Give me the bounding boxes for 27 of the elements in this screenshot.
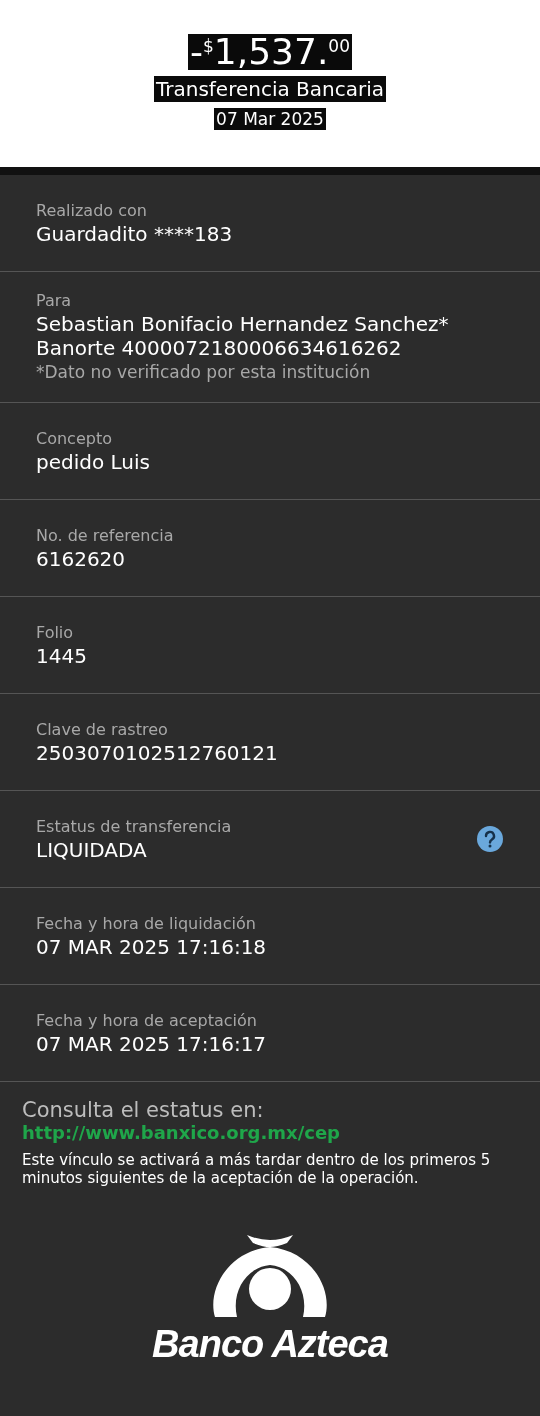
field-label: Fecha y hora de aceptación (36, 1010, 258, 1032)
field-value: 1445 (36, 644, 88, 668)
field-label: Estatus de transferencia (36, 816, 233, 838)
help-icon[interactable] (476, 825, 504, 853)
disclaimer: Este vínculo se activará a más tardar dentro de los primeros 5 minutos siguientes de la aceptación de la operación. (22, 1151, 492, 1187)
status-heading: Consulta el estatus en: (22, 1098, 265, 1122)
field-value: pedido Luis (36, 450, 151, 474)
field-label: Para (36, 290, 73, 312)
transaction-date: 07 Mar 2025 (214, 108, 326, 130)
field-label: Concepto (36, 428, 113, 450)
field-label: Clave de rastreo (36, 719, 169, 741)
field-value: 07 MAR 2025 17:16:18 (36, 935, 268, 959)
field-value: LIQUIDADA (36, 838, 148, 862)
field-value: Guardadito ****183 (36, 222, 234, 246)
field-note: *Dato no verificado por esta institución (36, 361, 372, 384)
field-value: 6162620 (36, 547, 127, 571)
field-label: Folio (36, 622, 75, 644)
field-value: 2503070102512760121 (36, 741, 279, 765)
field-label: Realizado con (36, 200, 148, 222)
transaction-type: Transferencia Bancaria (153, 76, 387, 102)
field-label: No. de referencia (36, 525, 175, 547)
field-value: Banorte 4000072180006634616262 (36, 336, 403, 360)
field-value: 07 MAR 2025 17:16:17 (36, 1032, 268, 1056)
bank-name: Banco Azteca (152, 1323, 388, 1366)
field-value: Sebastian Bonifacio Hernandez Sanchez* (36, 312, 450, 336)
field-label: Fecha y hora de liquidación (36, 913, 257, 935)
status-link[interactable]: http://www.banxico.org.mx/cep (22, 1122, 340, 1143)
